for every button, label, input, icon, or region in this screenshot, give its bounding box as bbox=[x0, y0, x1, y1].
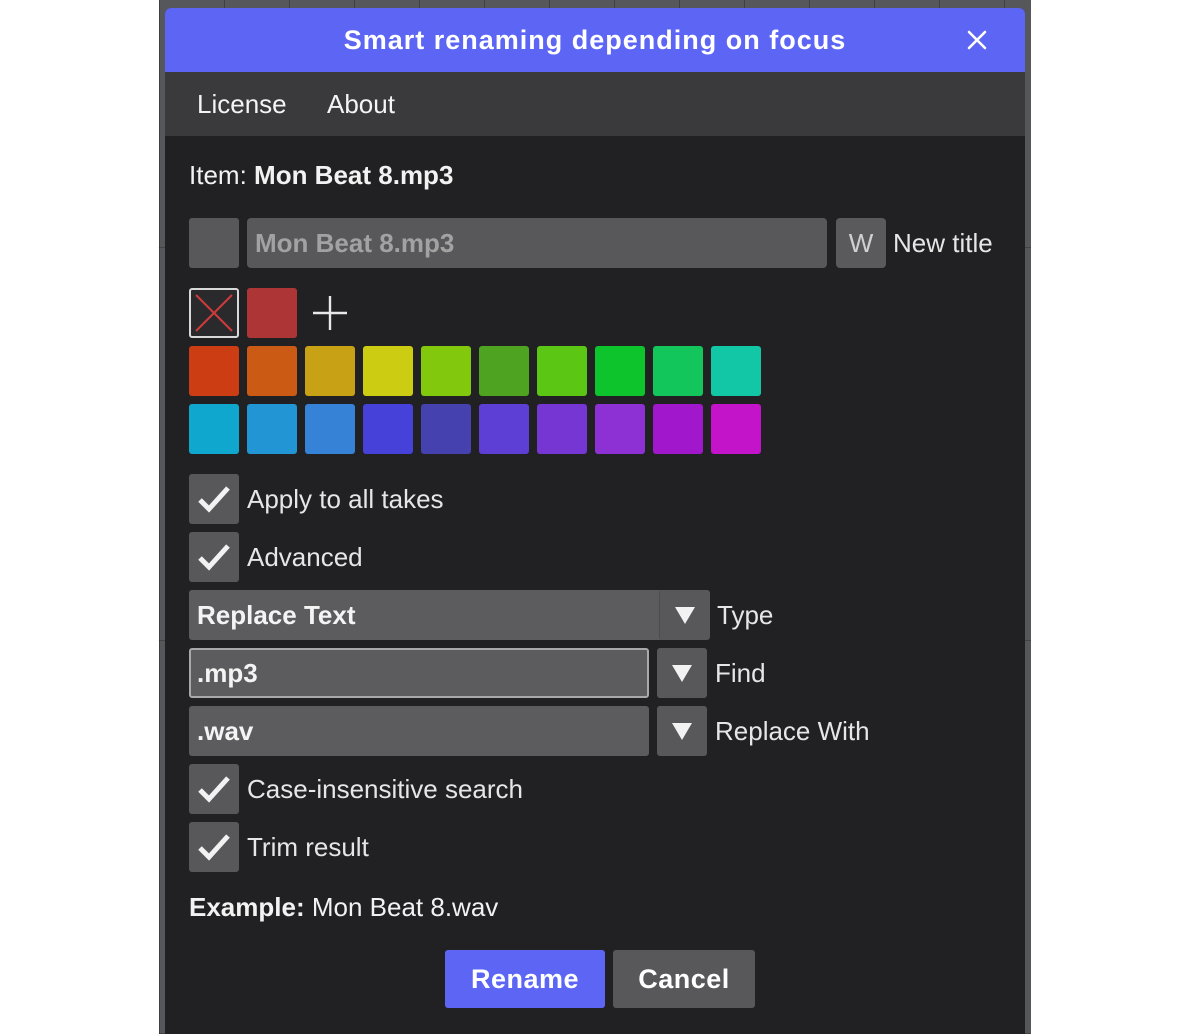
triangle-down-icon bbox=[675, 607, 695, 624]
menu-license[interactable]: License bbox=[197, 72, 287, 136]
triangle-down-icon bbox=[672, 665, 692, 682]
trim-result-label: Trim result bbox=[247, 832, 369, 862]
title-icon-button[interactable] bbox=[189, 218, 239, 268]
rename-dialog: Smart renaming depending on focus Licens… bbox=[165, 8, 1025, 1034]
no-color-button[interactable] bbox=[189, 288, 239, 338]
advanced-checkbox[interactable] bbox=[189, 532, 239, 582]
color-swatch[interactable] bbox=[421, 346, 471, 396]
example-value: Mon Beat 8.wav bbox=[311, 892, 499, 922]
item-label: Item: bbox=[189, 160, 247, 190]
color-swatch[interactable] bbox=[711, 404, 761, 454]
plus-icon bbox=[313, 296, 347, 330]
close-icon bbox=[967, 30, 987, 50]
color-swatch[interactable] bbox=[189, 346, 239, 396]
checkmark-icon bbox=[198, 776, 230, 803]
find-label: Find bbox=[715, 658, 766, 688]
trim-result-checkbox[interactable] bbox=[189, 822, 239, 872]
color-swatch[interactable] bbox=[189, 404, 239, 454]
example-label: Example: bbox=[189, 892, 305, 922]
close-button[interactable] bbox=[963, 26, 991, 54]
type-dropdown[interactable]: Replace Text bbox=[189, 590, 709, 640]
menu-about[interactable]: About bbox=[327, 72, 395, 136]
triangle-down-icon bbox=[672, 723, 692, 740]
w-button[interactable]: W bbox=[836, 218, 886, 268]
color-swatch[interactable] bbox=[363, 404, 413, 454]
replace-label: Replace With bbox=[715, 716, 870, 746]
color-swatch[interactable] bbox=[595, 404, 645, 454]
color-swatch[interactable] bbox=[247, 404, 297, 454]
find-input[interactable]: .mp3 bbox=[189, 648, 649, 698]
type-dropdown-arrow[interactable] bbox=[659, 590, 710, 640]
example-preview: Example: Mon Beat 8.wav bbox=[189, 892, 498, 923]
color-swatch[interactable] bbox=[653, 346, 703, 396]
find-history-dropdown[interactable] bbox=[657, 648, 707, 698]
new-title-input[interactable] bbox=[247, 218, 827, 268]
current-color-swatch[interactable] bbox=[247, 288, 297, 338]
color-swatch[interactable] bbox=[653, 404, 703, 454]
item-name: Mon Beat 8.mp3 bbox=[254, 160, 454, 190]
rename-button[interactable]: Rename bbox=[445, 950, 605, 1008]
advanced-label: Advanced bbox=[247, 542, 363, 572]
no-color-icon bbox=[195, 294, 233, 332]
new-title-label: New title bbox=[893, 228, 993, 258]
color-swatch[interactable] bbox=[305, 404, 355, 454]
item-info: Item: Mon Beat 8.mp3 bbox=[189, 160, 453, 191]
checkmark-icon bbox=[198, 834, 230, 861]
apply-all-takes-label: Apply to all takes bbox=[247, 484, 444, 514]
color-swatch[interactable] bbox=[595, 346, 645, 396]
color-swatch[interactable] bbox=[711, 346, 761, 396]
color-swatch[interactable] bbox=[305, 346, 355, 396]
checkmark-icon bbox=[198, 486, 230, 513]
dialog-titlebar: Smart renaming depending on focus bbox=[165, 8, 1025, 72]
color-swatch[interactable] bbox=[537, 404, 587, 454]
color-swatch[interactable] bbox=[247, 346, 297, 396]
case-insensitive-checkbox[interactable] bbox=[189, 764, 239, 814]
color-swatch[interactable] bbox=[421, 404, 471, 454]
type-label: Type bbox=[717, 600, 774, 630]
menu-bar: License About bbox=[165, 72, 1025, 136]
apply-all-takes-checkbox[interactable] bbox=[189, 474, 239, 524]
case-insensitive-label: Case-insensitive search bbox=[247, 774, 524, 804]
cancel-button[interactable]: Cancel bbox=[613, 950, 755, 1008]
color-swatch[interactable] bbox=[479, 346, 529, 396]
replace-history-dropdown[interactable] bbox=[657, 706, 707, 756]
add-color-button[interactable] bbox=[305, 288, 355, 338]
color-swatch[interactable] bbox=[479, 404, 529, 454]
replace-input[interactable]: .wav bbox=[189, 706, 649, 756]
dialog-title: Smart renaming depending on focus bbox=[343, 25, 847, 55]
color-swatch[interactable] bbox=[363, 346, 413, 396]
checkmark-icon bbox=[198, 544, 230, 571]
color-swatch[interactable] bbox=[537, 346, 587, 396]
